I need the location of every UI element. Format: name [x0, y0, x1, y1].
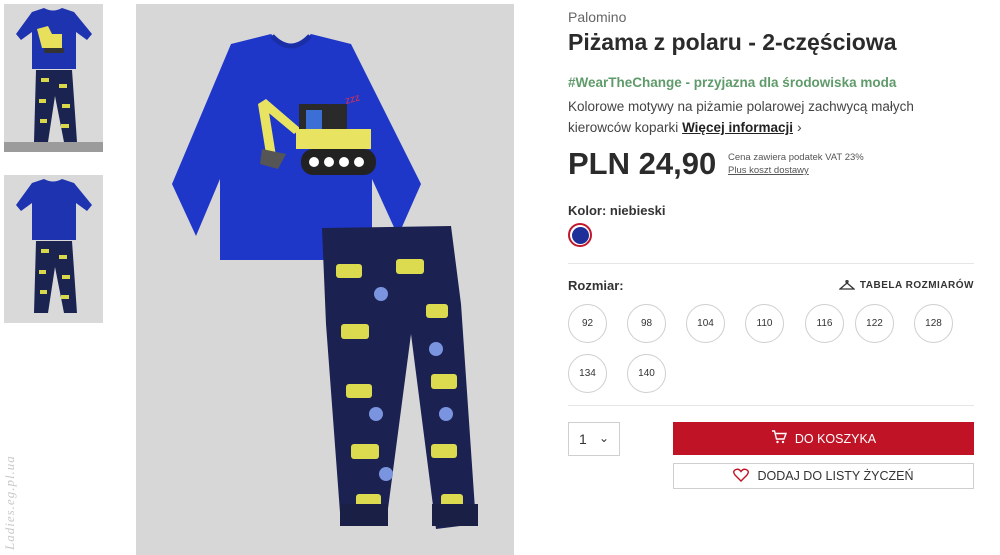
shipping-cost-link[interactable]: Plus koszt dostawy [728, 164, 864, 177]
product-title: Piżama z polaru - 2-częściowa [568, 29, 897, 55]
add-to-wishlist-button[interactable]: DODAJ DO LISTY ŻYCZEŃ [673, 463, 974, 489]
add-to-cart-label: DO KOSZYKA [794, 431, 877, 446]
product-description: Kolorowe motywy na piżamie polarowej zac… [568, 97, 958, 138]
size-option-110[interactable]: 110 [745, 304, 784, 343]
add-to-wishlist-label: DODAJ DO LISTY ŻYCZEŃ [757, 469, 914, 483]
thumbnail-active-indicator [4, 142, 103, 152]
quantity-select[interactable]: 1 ⌄ [568, 422, 620, 456]
chevron-down-icon: ⌄ [598, 431, 609, 445]
vat-note: Cena zawiera podatek VAT 23% [728, 152, 864, 163]
divider [568, 405, 974, 406]
size-option-92[interactable]: 92 [568, 304, 607, 343]
vat-info: Cena zawiera podatek VAT 23% Plus koszt … [728, 151, 864, 177]
cart-icon [771, 430, 787, 447]
size-option-122[interactable]: 122 [855, 304, 894, 343]
size-option-98[interactable]: 98 [627, 304, 666, 343]
price: PLN 24,90 [568, 146, 717, 181]
heart-icon [733, 468, 750, 485]
chevron-right-icon: › [796, 119, 802, 135]
size-label: Rozmiar: [568, 278, 624, 293]
size-table-link[interactable]: TABELA ROZMIARÓW [838, 280, 974, 291]
more-info-link[interactable]: Więcej informacji [682, 120, 793, 135]
size-table-label: TABELA ROZMIARÓW [859, 280, 974, 291]
quantity-value: 1 [579, 431, 587, 447]
product-main-image[interactable]: zzz [136, 4, 514, 555]
thumbnail-front[interactable] [4, 4, 103, 152]
color-swatch-fill [571, 226, 589, 244]
size-option-134[interactable]: 134 [568, 354, 607, 393]
size-option-116[interactable]: 116 [805, 304, 844, 343]
divider [568, 263, 974, 264]
watermark: Ladies.eg.pl.ua [2, 455, 17, 550]
size-option-128[interactable]: 128 [914, 304, 953, 343]
thumbnail-back[interactable] [4, 175, 103, 323]
color-swatch-blue[interactable] [568, 223, 592, 247]
eco-tag: #WearTheChange - przyjazna dla środowisk… [568, 75, 897, 90]
brand-name[interactable]: Palomino [568, 9, 626, 25]
add-to-cart-button[interactable]: DO KOSZYKA [673, 422, 974, 455]
hanger-icon [838, 280, 855, 291]
color-label: Kolor: niebieski [568, 203, 666, 218]
size-option-140[interactable]: 140 [627, 354, 666, 393]
size-option-104[interactable]: 104 [686, 304, 725, 343]
